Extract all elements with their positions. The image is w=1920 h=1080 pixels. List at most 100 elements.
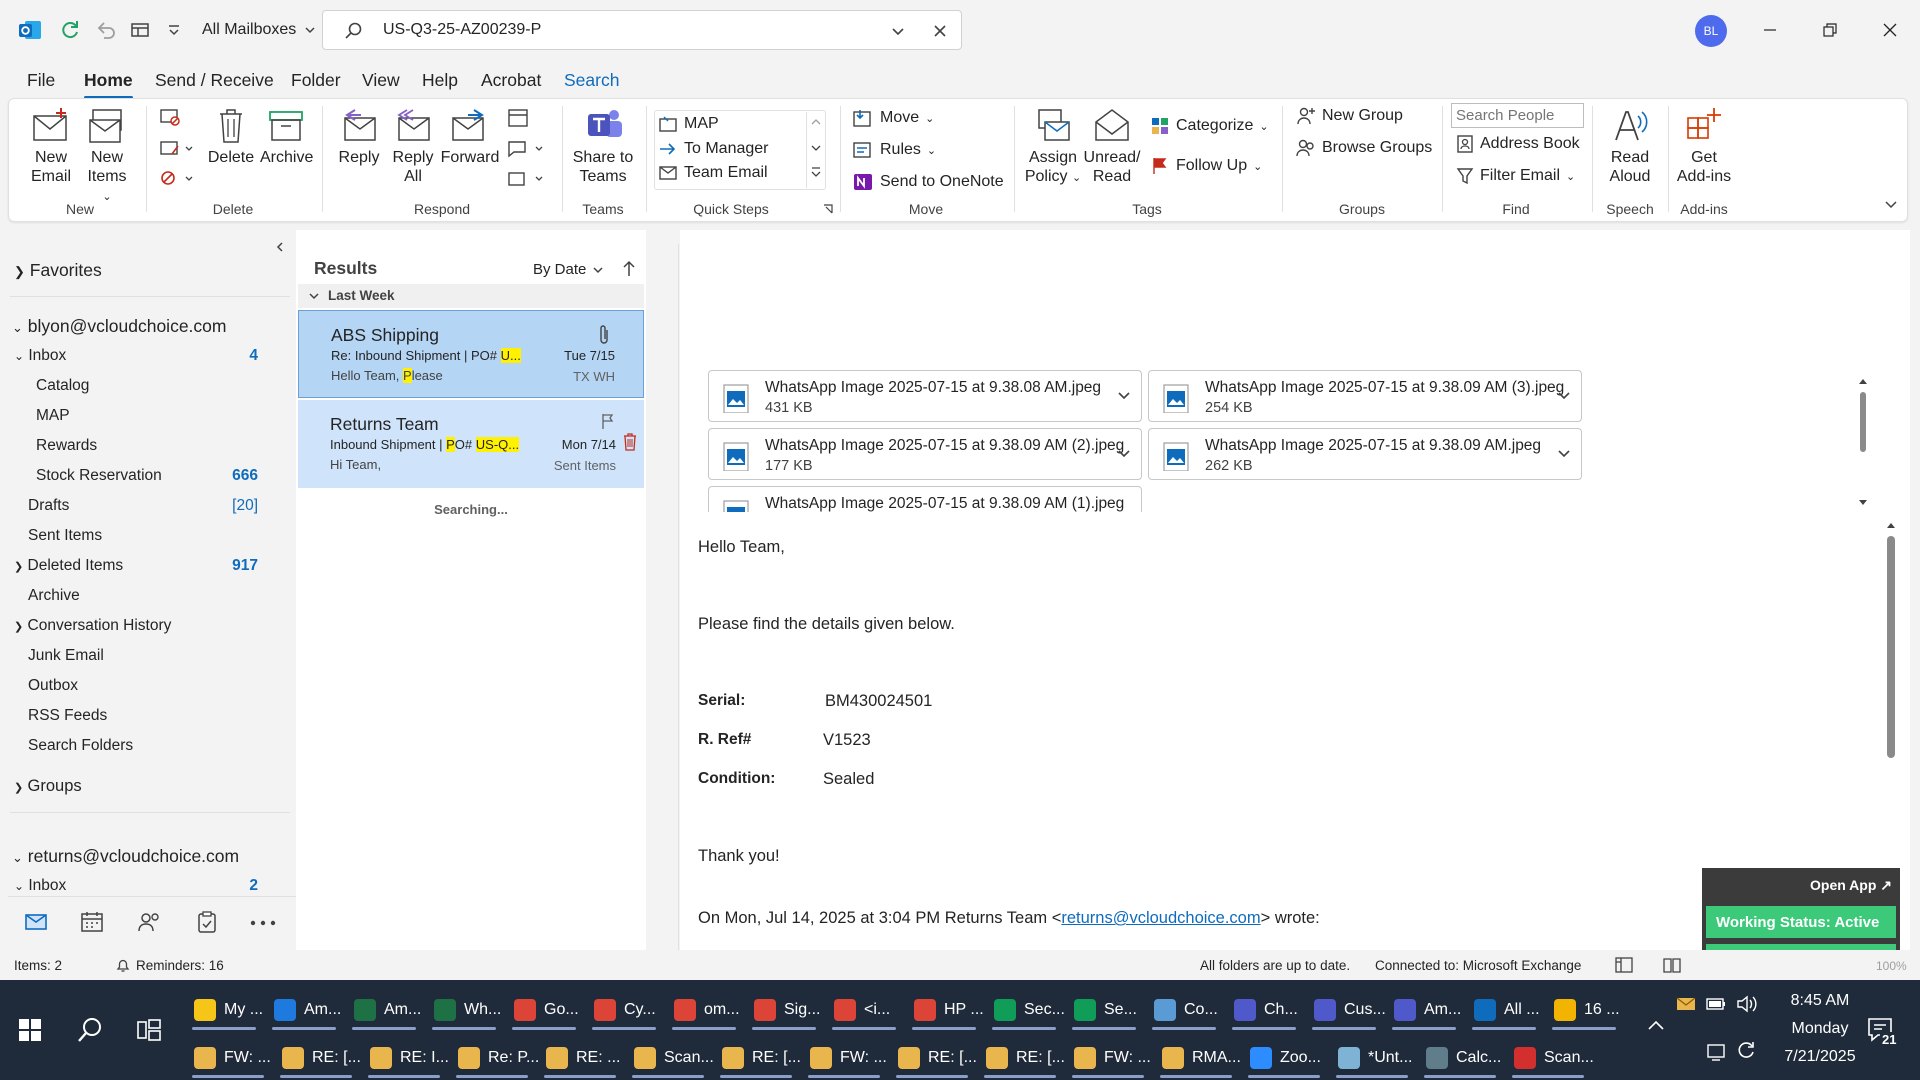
taskbar-app-hp[interactable]: HP ...	[906, 988, 984, 1032]
delete-button[interactable]: Delete	[206, 106, 256, 167]
taskbar-app-am[interactable]: Am...	[1386, 988, 1462, 1032]
more-apps-icon[interactable]	[250, 920, 276, 926]
dialog-launcher-icon[interactable]	[822, 203, 834, 215]
read-aloud-button[interactable]: Read Aloud	[1600, 106, 1660, 186]
attachment-card[interactable]: WhatsApp Image 2025-07-15 at 9.38.08 AM.…	[708, 370, 1142, 422]
menu-file[interactable]: File	[27, 70, 55, 91]
taskbar-app-scan[interactable]: Scan...	[1506, 1036, 1594, 1080]
attachment-scrollbar[interactable]	[1857, 374, 1869, 510]
taskbar-search-icon[interactable]	[76, 1016, 104, 1044]
message-item-returns-team[interactable]: Returns Team Inbound Shipment | PO# US-Q…	[298, 400, 644, 488]
network-icon[interactable]	[1706, 1042, 1728, 1062]
taskbar-app-re-p[interactable]: Re: P...	[450, 1036, 539, 1080]
taskbar-app-co[interactable]: Co...	[1146, 988, 1222, 1032]
send-to-onenote-button[interactable]: Send to OneNote	[852, 172, 1004, 192]
mail-icon[interactable]	[24, 912, 48, 932]
attachment-menu-chevron-icon[interactable]	[1117, 447, 1131, 461]
sort-by-date-dropdown[interactable]: By Date	[533, 261, 604, 278]
task-view-icon[interactable]	[136, 1018, 162, 1042]
folder-conversation-history[interactable]: ❯ Conversation History	[14, 617, 171, 635]
reply-all-button[interactable]: Reply All	[388, 106, 438, 186]
taskbar-app-calc[interactable]: Calc...	[1418, 1036, 1502, 1080]
account-header-blyon[interactable]: ⌄ blyon@vcloudchoice.com	[12, 316, 226, 337]
battery-icon[interactable]	[1706, 996, 1726, 1012]
assign-policy-button[interactable]: Assign Policy ⌄	[1022, 106, 1084, 188]
folder-sent-items[interactable]: Sent Items	[28, 527, 102, 545]
folder-inbox-returns[interactable]: ⌄ Inbox	[14, 877, 66, 895]
new-group-button[interactable]: New Group	[1296, 106, 1403, 126]
reply-button[interactable]: Reply	[334, 106, 384, 167]
reading-view-icon[interactable]	[1662, 956, 1682, 974]
restore-button[interactable]	[1800, 10, 1860, 50]
body-scrollbar[interactable]	[1884, 518, 1898, 768]
taskbar-app-re[interactable]: RE: ...	[538, 1036, 622, 1080]
sort-direction-icon[interactable]	[622, 260, 636, 278]
quote-email-link[interactable]: returns@vcloudchoice.com	[1061, 909, 1260, 927]
people-icon[interactable]	[136, 911, 162, 933]
taskbar-app-fw[interactable]: FW: ...	[186, 1036, 271, 1080]
undo-icon[interactable]	[90, 14, 122, 46]
account-header-returns[interactable]: ⌄ returns@vcloudchoice.com	[12, 846, 239, 867]
taskbar-app-my[interactable]: My ...	[186, 988, 263, 1032]
search-input[interactable]: US-Q3-25-AZ00239-P	[322, 10, 962, 50]
minimize-button[interactable]	[1740, 10, 1800, 50]
taskbar-app-16[interactable]: 16 ...	[1546, 988, 1622, 1032]
taskbar-app-om[interactable]: om...	[666, 988, 742, 1032]
tasks-icon[interactable]	[196, 910, 218, 934]
taskbar-app-re[interactable]: RE: [...	[978, 1036, 1065, 1080]
close-window-button[interactable]	[1860, 10, 1920, 50]
folder-catalog[interactable]: Catalog	[36, 377, 89, 395]
folder-junk-email[interactable]: Junk Email	[28, 647, 104, 665]
attachment-menu-chevron-icon[interactable]	[1557, 447, 1571, 461]
calendar-icon[interactable]	[80, 911, 104, 933]
taskbar-app-wh[interactable]: Wh...	[426, 988, 502, 1032]
taskbar-app-go[interactable]: Go...	[506, 988, 582, 1032]
browse-groups-button[interactable]: Browse Groups	[1296, 138, 1432, 158]
taskbar-app-fw[interactable]: FW: ...	[1066, 1036, 1151, 1080]
new-email-button[interactable]: New Email	[26, 106, 76, 186]
attachment-menu-chevron-icon[interactable]	[1557, 389, 1571, 403]
taskbar-app-fw[interactable]: FW: ...	[802, 1036, 887, 1080]
taskbar-app-re[interactable]: RE: [...	[274, 1036, 361, 1080]
attachment-card[interactable]: WhatsApp Image 2025-07-15 at 9.38.09 AM …	[708, 428, 1142, 480]
attachment-card[interactable]: WhatsApp Image 2025-07-15 at 9.38.09 AM …	[1148, 370, 1582, 422]
folder-drafts[interactable]: Drafts	[28, 497, 69, 515]
taskbar-app-ch[interactable]: Ch...	[1226, 988, 1302, 1032]
pane-divider[interactable]	[678, 244, 679, 950]
groups-header[interactable]: ❯ Groups	[14, 777, 82, 796]
address-book-button[interactable]: Address Book	[1456, 134, 1580, 154]
taskbar-app-se[interactable]: Se...	[1066, 988, 1142, 1032]
unread-read-button[interactable]: Unread/ Read	[1082, 106, 1142, 186]
folder-inbox[interactable]: ⌄ Inbox	[14, 347, 66, 365]
categorize-button[interactable]: Categorize ⌄	[1150, 116, 1269, 136]
taskbar-app-sig[interactable]: Sig...	[746, 988, 822, 1032]
clear-search-icon[interactable]	[933, 24, 947, 38]
folder-search-folders[interactable]: Search Folders	[28, 737, 133, 755]
folder-outbox[interactable]: Outbox	[28, 677, 78, 695]
normal-view-icon[interactable]	[1614, 956, 1634, 974]
menu-view[interactable]: View	[362, 70, 400, 91]
taskbar-app-zoo[interactable]: Zoo...	[1242, 1036, 1326, 1080]
folder-rewards[interactable]: Rewards	[36, 437, 97, 455]
taskbar-app-am[interactable]: Am...	[346, 988, 422, 1032]
volume-icon[interactable]	[1736, 994, 1758, 1014]
search-options-chevron-icon[interactable]	[891, 25, 905, 39]
new-items-button[interactable]: New Items ⌄	[82, 106, 132, 207]
customize-toolbar-icon[interactable]	[158, 14, 190, 46]
archive-button[interactable]: Archive	[260, 106, 313, 167]
refresh-icon[interactable]	[54, 14, 86, 46]
taskbar-app-am[interactable]: Am...	[266, 988, 342, 1032]
user-avatar[interactable]: BL	[1695, 15, 1727, 47]
attachment-menu-chevron-icon[interactable]	[1117, 389, 1131, 403]
folder-deleted-items[interactable]: ❯ Deleted Items	[14, 557, 123, 575]
follow-up-button[interactable]: Follow Up ⌄	[1150, 156, 1262, 176]
attachment-card[interactable]: WhatsApp Image 2025-07-15 at 9.38.09 AM …	[708, 486, 1142, 512]
meeting-reply-icon[interactable]	[506, 106, 530, 130]
menu-search[interactable]: Search	[564, 70, 619, 91]
share-to-teams-button[interactable]: Share to Teams	[568, 106, 638, 186]
taskbar-app-re-i[interactable]: RE: I...	[362, 1036, 449, 1080]
windows-start-icon[interactable]	[18, 1018, 42, 1042]
taskbar-app-cy[interactable]: Cy...	[586, 988, 662, 1032]
more-respond-icon[interactable]	[506, 168, 546, 190]
taskbar-app-sec[interactable]: Sec...	[986, 988, 1065, 1032]
